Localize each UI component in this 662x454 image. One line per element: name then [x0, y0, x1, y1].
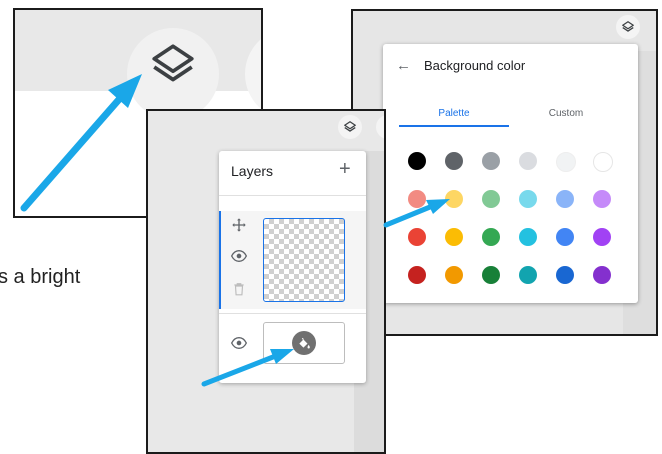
arrow-to-color-swatch: [383, 199, 450, 228]
arrow-to-layers-icon: [20, 74, 142, 212]
annotation-arrows: [20, 74, 450, 387]
arrow-to-fill-button: [201, 349, 294, 387]
